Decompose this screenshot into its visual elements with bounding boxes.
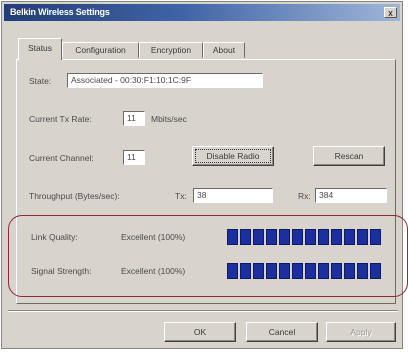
tab-status[interactable]: Status bbox=[18, 38, 62, 60]
tx-label: Tx: bbox=[175, 191, 187, 201]
apply-button[interactable]: Apply bbox=[326, 322, 396, 342]
close-icon: x bbox=[388, 8, 393, 18]
tab-about[interactable]: About bbox=[203, 42, 245, 58]
annotation-highlight bbox=[8, 215, 408, 297]
title-bar[interactable]: Belkin Wireless Settings x bbox=[4, 4, 400, 21]
channel-label: Current Channel: bbox=[29, 153, 94, 163]
footer-divider bbox=[8, 310, 398, 312]
rx-field: 384 bbox=[315, 188, 387, 203]
cancel-button[interactable]: Cancel bbox=[246, 322, 318, 342]
throughput-label: Throughput (Bytes/sec): bbox=[29, 191, 120, 201]
tab-configuration[interactable]: Configuration bbox=[62, 42, 139, 58]
tx-rate-label: Current Tx Rate: bbox=[29, 114, 92, 124]
window-title: Belkin Wireless Settings bbox=[10, 7, 110, 17]
state-field: Associated - 00:30:F1:10:1C:9F bbox=[67, 73, 263, 88]
tx-rate-field: 11 bbox=[123, 111, 145, 126]
rx-label: Rx: bbox=[298, 191, 311, 201]
disable-radio-button[interactable]: Disable Radio bbox=[192, 146, 274, 166]
close-button[interactable]: x bbox=[384, 7, 397, 18]
rescan-button[interactable]: Rescan bbox=[313, 146, 385, 166]
tx-field: 38 bbox=[193, 188, 273, 203]
ok-button[interactable]: OK bbox=[164, 322, 236, 342]
tx-rate-unit: Mbits/sec bbox=[151, 114, 187, 124]
settings-window: Belkin Wireless Settings x Status Config… bbox=[1, 1, 408, 349]
tab-encryption[interactable]: Encryption bbox=[139, 42, 203, 58]
state-label: State: bbox=[29, 76, 52, 86]
channel-field: 11 bbox=[123, 150, 145, 165]
